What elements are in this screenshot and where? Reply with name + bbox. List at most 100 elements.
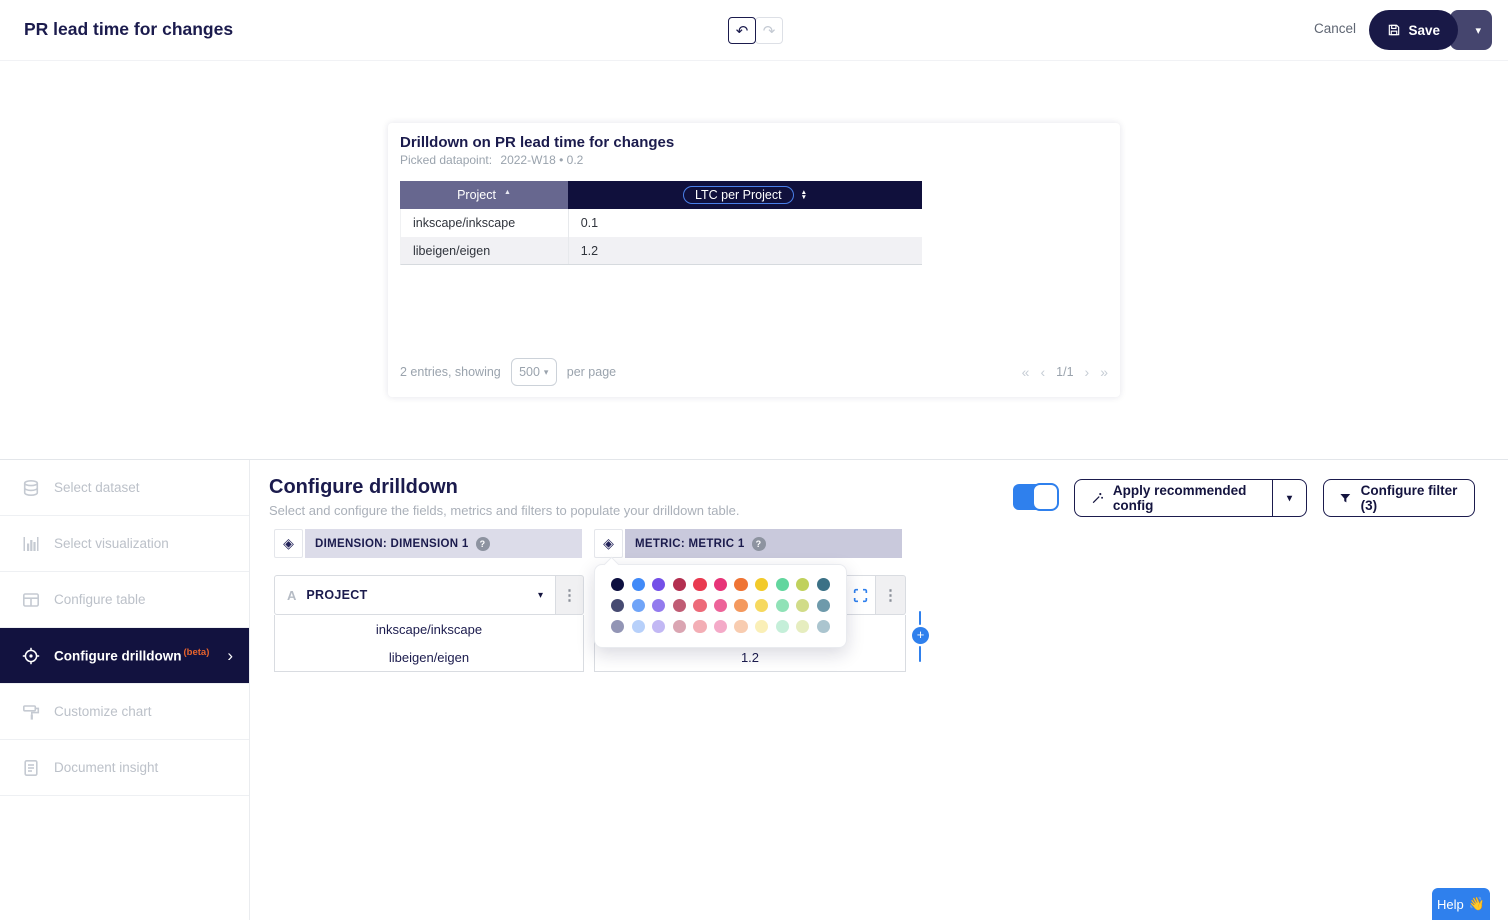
color-swatch[interactable] xyxy=(652,578,665,591)
drilldown-toggle[interactable] xyxy=(1013,483,1059,511)
expand-icon xyxy=(853,588,868,603)
undo-button[interactable]: ↶ xyxy=(728,17,756,44)
color-swatch[interactable] xyxy=(714,599,727,612)
help-button[interactable]: Help 👋 xyxy=(1432,888,1490,920)
add-metric-line xyxy=(919,646,921,662)
color-swatch[interactable] xyxy=(714,620,727,633)
color-swatch[interactable] xyxy=(817,620,830,633)
color-swatch[interactable] xyxy=(611,599,624,612)
next-page-icon[interactable]: › xyxy=(1085,364,1090,380)
save-button[interactable]: Save xyxy=(1369,10,1458,50)
color-swatch[interactable] xyxy=(652,599,665,612)
add-metric-line xyxy=(919,611,921,625)
color-swatch[interactable] xyxy=(734,620,747,633)
chevron-down-icon: ▾ xyxy=(1475,24,1481,37)
color-swatch[interactable] xyxy=(796,578,809,591)
palette-row xyxy=(611,599,830,612)
entries-text: 2 entries, showing xyxy=(400,365,501,379)
add-metric-button[interactable]: + xyxy=(912,627,929,644)
top-header: PR lead time for changes ↶ ↷ Cancel ▾ Sa… xyxy=(0,0,1508,61)
table-footer: 2 entries, showing 500 ▾ per page « ‹ 1/… xyxy=(400,357,1108,387)
help-icon[interactable]: ? xyxy=(476,537,490,551)
sidebar-item-select-visualization[interactable]: Select visualization xyxy=(0,516,249,572)
color-swatch[interactable] xyxy=(796,599,809,612)
table-header-row: Project ▲ LTC per Project ▲ ▼ xyxy=(400,181,922,209)
paint-roller-icon xyxy=(22,703,40,721)
sort-icon: ▲ ▼ xyxy=(801,190,807,200)
chevron-down-icon: ▾ xyxy=(538,590,543,601)
preview-table: Project ▲ LTC per Project ▲ ▼ inkscape/i… xyxy=(400,181,922,265)
color-swatch[interactable] xyxy=(817,599,830,612)
app-window: PR lead time for changes ↶ ↷ Cancel ▾ Sa… xyxy=(0,0,1508,920)
color-swatch[interactable] xyxy=(632,620,645,633)
database-icon xyxy=(22,479,40,497)
help-icon[interactable]: ? xyxy=(752,537,766,551)
metric-chip: METRIC: METRIC 1 ? xyxy=(625,529,902,558)
undo-redo-group: ↶ ↷ xyxy=(728,17,783,44)
sidebar-item-document-insight[interactable]: Document insight xyxy=(0,740,249,796)
chevron-down-icon: ▾ xyxy=(1287,493,1292,504)
color-swatch[interactable] xyxy=(632,599,645,612)
popup-arrow xyxy=(604,557,620,573)
color-swatch[interactable] xyxy=(652,620,665,633)
sidebar-item-configure-table[interactable]: Configure table xyxy=(0,572,249,628)
cancel-button[interactable]: Cancel xyxy=(1314,21,1356,36)
color-swatch[interactable] xyxy=(776,620,789,633)
page-size-select[interactable]: 500 ▾ xyxy=(511,358,557,386)
column-header-project[interactable]: Project ▲ xyxy=(400,181,568,209)
metric-color-button[interactable]: ◈ xyxy=(594,529,623,558)
kebab-icon: ⋮ xyxy=(562,586,577,604)
prev-page-icon[interactable]: ‹ xyxy=(1040,364,1045,380)
diamond-icon: ◈ xyxy=(603,535,614,552)
color-swatch[interactable] xyxy=(632,578,645,591)
color-swatch[interactable] xyxy=(776,599,789,612)
sidebar-item-configure-drilldown[interactable]: Configure drilldown(beta) › xyxy=(0,628,249,684)
color-swatch[interactable] xyxy=(714,578,727,591)
sidebar-item-customize-chart[interactable]: Customize chart xyxy=(0,684,249,740)
picked-datapoint: Picked datapoint: 2022-W18 • 0.2 xyxy=(400,153,583,167)
color-swatch[interactable] xyxy=(776,578,789,591)
table-row: libeigen/eigen 1.2 xyxy=(400,237,922,265)
document-icon xyxy=(22,759,40,777)
apply-config-dropdown-button[interactable]: ▾ xyxy=(1272,479,1307,517)
color-swatch[interactable] xyxy=(734,578,747,591)
plus-icon: + xyxy=(917,627,925,642)
table-icon xyxy=(22,591,40,609)
dimension-value-row: inkscape/inkscape xyxy=(274,615,584,644)
dimension-color-button[interactable]: ◈ xyxy=(274,529,303,558)
color-swatch[interactable] xyxy=(693,578,706,591)
color-swatch[interactable] xyxy=(611,578,624,591)
color-swatch[interactable] xyxy=(755,599,768,612)
dimension-value-row: libeigen/eigen xyxy=(274,643,584,672)
color-swatch[interactable] xyxy=(673,578,686,591)
expand-metric-button[interactable] xyxy=(846,575,876,615)
column-header-metric[interactable]: LTC per Project ▲ ▼ xyxy=(568,181,922,209)
first-page-icon[interactable]: « xyxy=(1022,364,1030,380)
color-swatch[interactable] xyxy=(734,599,747,612)
configure-filter-button[interactable]: Configure filter (3) xyxy=(1323,479,1475,517)
color-swatch[interactable] xyxy=(693,620,706,633)
color-swatch[interactable] xyxy=(673,599,686,612)
card-title: Drilldown on PR lead time for changes xyxy=(400,134,674,151)
sort-ascending-icon: ▲ xyxy=(504,189,511,196)
palette-row xyxy=(611,578,830,591)
last-page-icon[interactable]: » xyxy=(1100,364,1108,380)
apply-recommended-config-button[interactable]: Apply recommended config xyxy=(1074,479,1273,517)
dimension-field-select[interactable]: A PROJECT ▾ xyxy=(274,575,556,615)
color-swatch[interactable] xyxy=(796,620,809,633)
undo-icon: ↶ xyxy=(736,22,749,40)
metric-menu-button[interactable]: ⋮ xyxy=(876,575,906,615)
color-swatch[interactable] xyxy=(755,620,768,633)
dimension-menu-button[interactable]: ⋮ xyxy=(556,575,584,615)
color-swatch[interactable] xyxy=(611,620,624,633)
color-swatch[interactable] xyxy=(673,620,686,633)
per-page-text: per page xyxy=(567,365,616,379)
color-swatch[interactable] xyxy=(755,578,768,591)
color-swatch[interactable] xyxy=(693,599,706,612)
metric-pill: LTC per Project xyxy=(683,186,794,204)
redo-button[interactable]: ↷ xyxy=(755,17,783,44)
palette-row xyxy=(611,620,830,633)
table-row: inkscape/inkscape 0.1 xyxy=(400,209,922,237)
sidebar-item-select-dataset[interactable]: Select dataset xyxy=(0,460,249,516)
color-swatch[interactable] xyxy=(817,578,830,591)
